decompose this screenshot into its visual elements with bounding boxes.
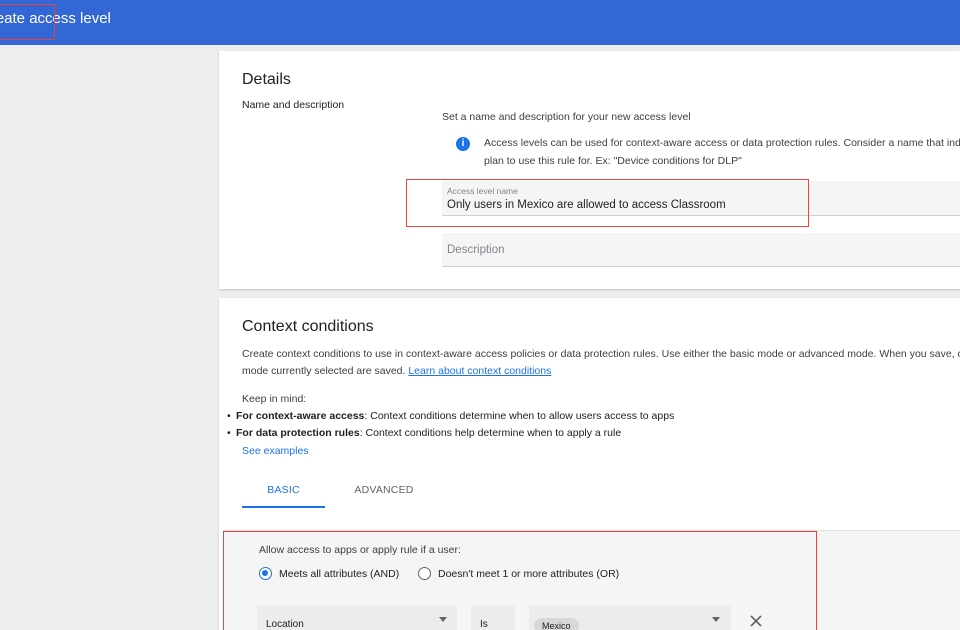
attribute-dropdown-value: Location: [266, 619, 304, 630]
app-header: Create access level: [0, 0, 960, 45]
details-heading: Details: [242, 71, 291, 88]
operator-dropdown-value: Is: [480, 619, 488, 630]
details-card: Details Name and description Set a name …: [219, 51, 960, 289]
attribute-dropdown[interactable]: Location: [257, 605, 457, 630]
info-text-line2: plan to use this rule for. Ex: "Device c…: [484, 155, 742, 167]
info-text-line1: Access levels can be used for context-aw…: [484, 137, 960, 149]
value-dropdown[interactable]: Mexico: [529, 605, 731, 630]
description-placeholder[interactable]: Description: [447, 244, 505, 256]
close-icon[interactable]: [749, 614, 763, 628]
name-field-highlight-box: [406, 179, 809, 227]
title-highlight-box: [0, 4, 55, 40]
name-description-label: Name and description: [242, 99, 345, 111]
operator-dropdown[interactable]: Is: [471, 605, 515, 630]
radio-and-label[interactable]: Meets all attributes (AND): [279, 568, 399, 580]
radio-or[interactable]: [418, 567, 431, 580]
condition-section: Allow access to apps or apply rule if a …: [219, 298, 960, 630]
chevron-down-icon: [439, 617, 447, 622]
info-icon: i: [456, 137, 470, 151]
chevron-down-icon: [712, 617, 720, 622]
description-field[interactable]: Description: [442, 233, 960, 267]
allow-access-label: Allow access to apps or apply rule if a …: [259, 544, 461, 556]
radio-and[interactable]: [259, 567, 272, 580]
details-intro: Set a name and description for your new …: [442, 111, 691, 123]
value-chip-mexico[interactable]: Mexico: [534, 618, 579, 630]
radio-or-label[interactable]: Doesn't meet 1 or more attributes (OR): [438, 568, 619, 580]
